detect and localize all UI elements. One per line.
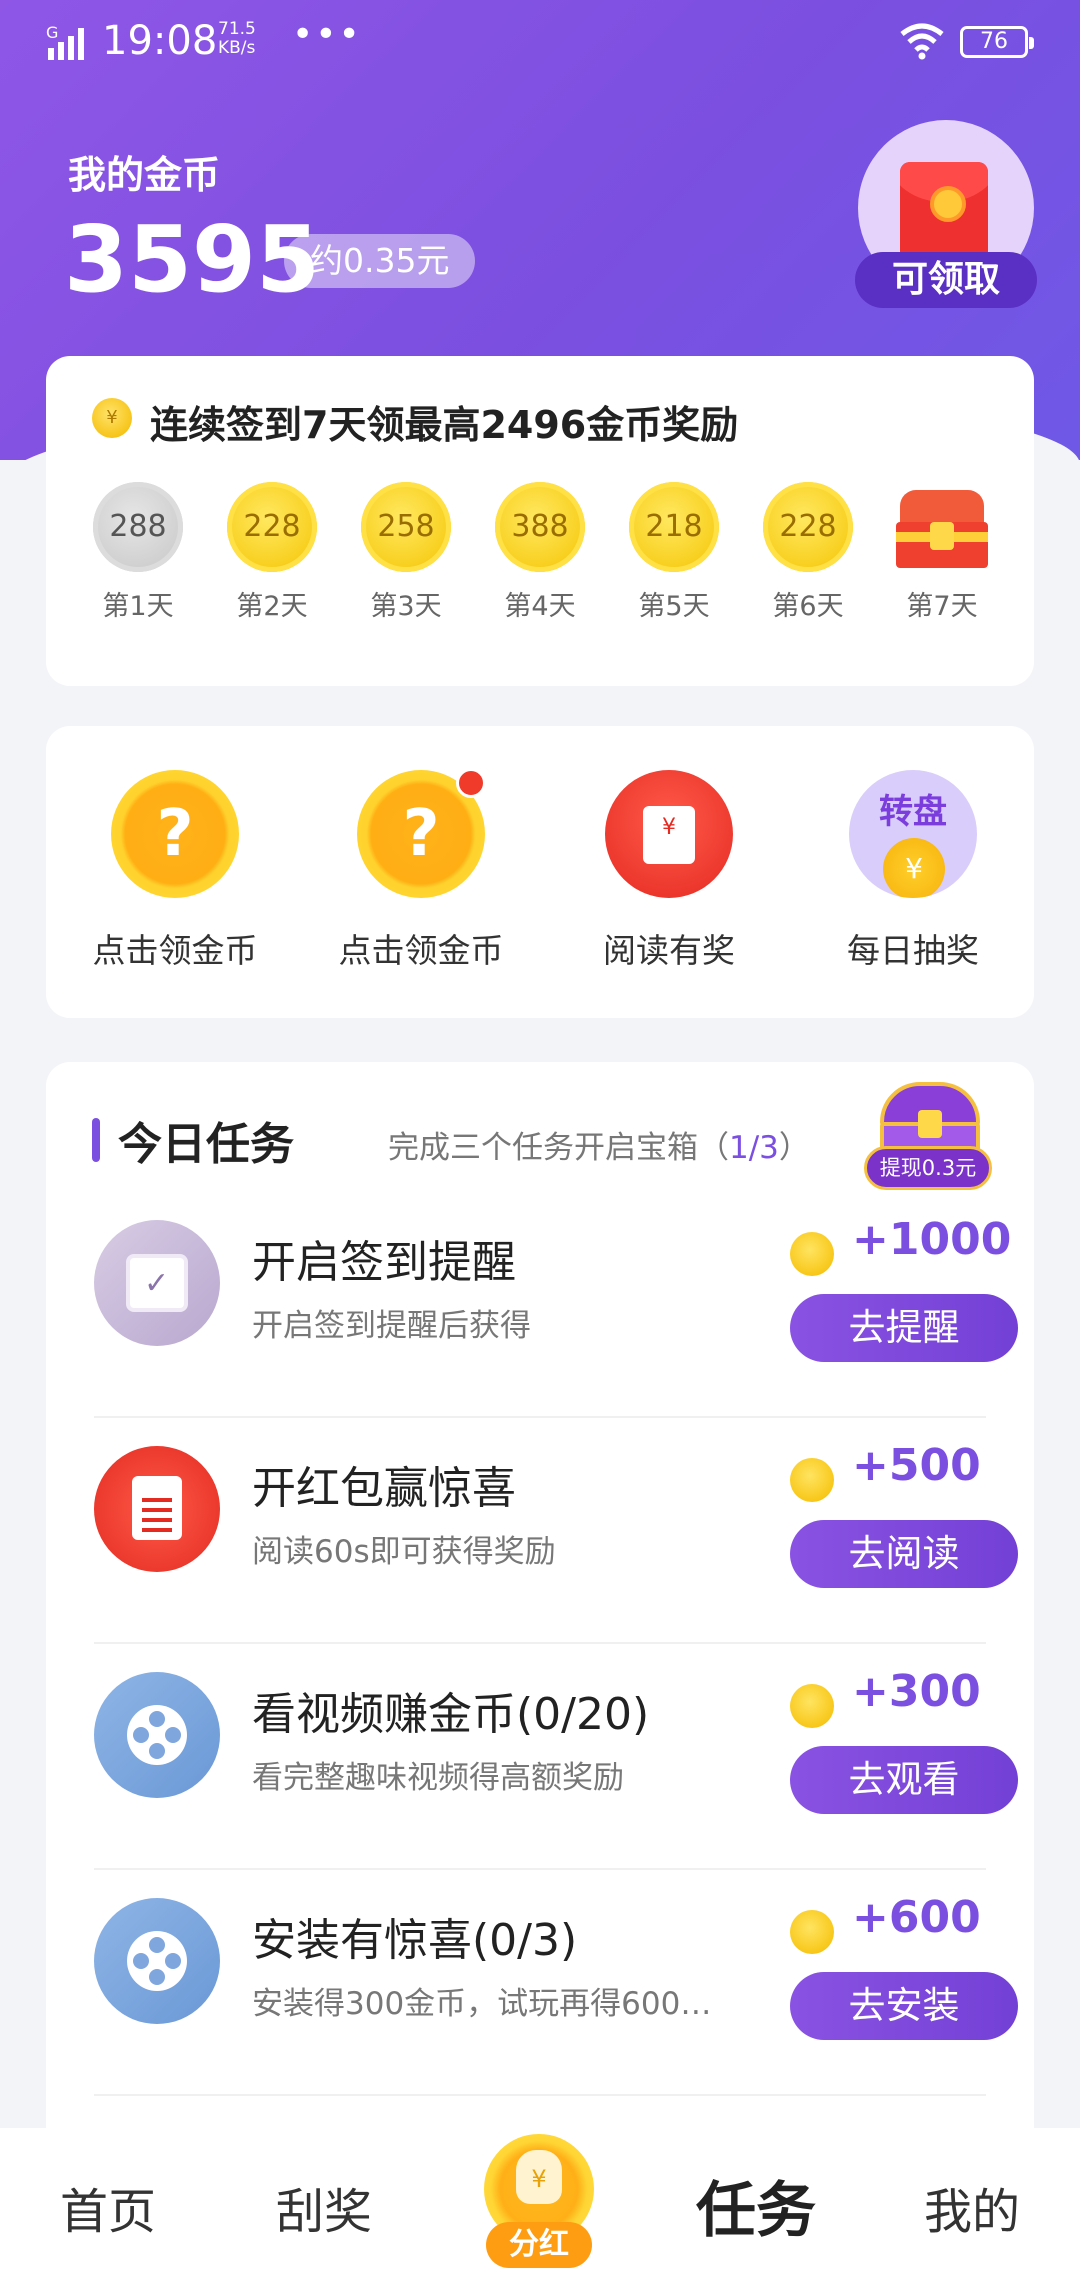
nav-tasks[interactable]: 任务 (696, 2162, 816, 2249)
checkin-coin-icon: 228 (763, 482, 853, 572)
task-title: 开启签到提醒 (252, 1237, 516, 1288)
coin-icon (790, 1684, 834, 1728)
checkin-coin-icon: 388 (495, 482, 585, 572)
status-time: 19:08 (102, 18, 218, 64)
task-action-button[interactable]: 去阅读 (790, 1520, 1018, 1588)
notification-dot (456, 768, 486, 798)
task-reward: +600 (852, 1892, 981, 1943)
task-row: 开启签到提醒 开启签到提醒后获得 +1000 去提醒 (94, 1192, 1018, 1418)
treasure-chest-icon (896, 482, 988, 572)
wifi-icon (900, 23, 944, 60)
task-title: 看视频赚金币(0/20) (252, 1689, 650, 1740)
task-description: 开启签到提醒后获得 (252, 1308, 531, 1344)
quick-action-label: 每日抽奖 (847, 931, 979, 970)
task-row: 开红包赢惊喜 阅读60s即可获得奖励 +500 去阅读 (94, 1418, 1018, 1644)
quick-action-label: 点击领金币 (92, 931, 258, 970)
status-bar: G 19:08 71.5 KB/s ••• 76 (0, 0, 1080, 84)
coin-icon (790, 1232, 834, 1276)
quick-action-label: 阅读有奖 (603, 931, 735, 970)
task-action-button[interactable]: 去观看 (790, 1746, 1018, 1814)
network-type: G (46, 23, 58, 42)
tasks-progress-count: 1/3 (729, 1130, 779, 1166)
checkin-day[interactable]: 228 第2天 (222, 482, 322, 623)
network-speed: 71.5 KB/s (218, 20, 256, 58)
checkin-coin-icon: 258 (361, 482, 451, 572)
task-reward: +1000 (852, 1214, 1012, 1265)
task-reward: +300 (852, 1666, 981, 1717)
coin-icon (790, 1910, 834, 1954)
checkin-day[interactable]: 258 第3天 (356, 482, 456, 623)
red-envelope-icon[interactable] (900, 162, 988, 262)
red-envelope-icon: ¥ (605, 770, 733, 898)
checkin-coin-icon: 218 (629, 482, 719, 572)
task-description: 阅读60s即可获得奖励 (252, 1534, 556, 1570)
checkin-day[interactable]: 388 第4天 (490, 482, 590, 623)
task-action-button[interactable]: 去安装 (790, 1972, 1018, 2040)
coins-cash-value: 约0.35元 (284, 234, 476, 288)
more-notifications-icon: ••• (292, 14, 362, 55)
checkin-day-label: 第5天 (638, 591, 710, 622)
battery-icon: 76 (960, 26, 1034, 58)
document-icon (94, 1446, 220, 1572)
quick-action-label: 点击领金币 (338, 931, 504, 970)
tasks-progress-text: 完成三个任务开启宝箱（1/3） (388, 1122, 810, 1167)
yuan-symbol: ¥ (643, 806, 695, 864)
task-row: 看视频赚金币(0/20) 看完整趣味视频得高额奖励 +300 去观看 (94, 1644, 1018, 1870)
calendar-icon (94, 1220, 220, 1346)
signal-icon: G (46, 23, 84, 60)
daily-tasks-card: 今日任务 完成三个任务开启宝箱（1/3） 提现0.3元 开启签到提醒 开启签到提… (46, 1062, 1034, 2280)
checkin-card: ¥ 连续签到7天领最高2496金币奖励 288 第1天 228 第2天 258 … (46, 356, 1034, 686)
money-bag-icon: ¥ (516, 2150, 562, 2204)
nav-scratch[interactable]: 刮奖 (276, 2172, 372, 2242)
checkin-coin-icon: 228 (227, 482, 317, 572)
network-speed-value: 71.5 (218, 19, 256, 39)
tasks-progress-prefix: 完成三个任务开启宝箱（ (388, 1130, 729, 1166)
daily-tasks-title: 今日任务 (118, 1119, 294, 1170)
checkin-title: 连续签到7天领最高2496金币奖励 (150, 403, 739, 447)
checkin-day[interactable]: 第7天 (892, 482, 992, 623)
coin-icon: ¥ (92, 398, 132, 438)
question-coin-icon: ? (111, 770, 239, 898)
task-center-page: G 19:08 71.5 KB/s ••• 76 我的金币 3595 约0.35… (0, 0, 1080, 2280)
nav-mine[interactable]: 我的 (924, 2172, 1020, 2242)
nav-dividend[interactable]: 分红 (486, 2222, 592, 2268)
task-title: 开红包赢惊喜 (252, 1463, 516, 1514)
nav-home[interactable]: 首页 (60, 2172, 156, 2242)
checkin-day[interactable]: 228 第6天 (758, 482, 858, 623)
checkin-day-label: 第7天 (906, 591, 978, 622)
chest-withdraw-badge[interactable]: 提现0.3元 (864, 1146, 992, 1190)
task-title: 安装有惊喜(0/3) (252, 1915, 578, 1966)
checkin-day-label: 第1天 (102, 591, 174, 622)
checkin-coin-icon: 288 (93, 482, 183, 572)
checkin-day-label: 第6天 (772, 591, 844, 622)
coin-icon (790, 1458, 834, 1502)
checkin-day-label: 第2天 (236, 591, 308, 622)
claim-red-packet-button[interactable]: 可领取 (855, 252, 1037, 308)
checkin-day[interactable]: 288 第1天 (88, 482, 188, 623)
checkin-day[interactable]: 218 第5天 (624, 482, 724, 623)
film-reel-icon (94, 1672, 220, 1798)
network-speed-unit: KB/s (218, 38, 256, 58)
quick-action-claim-coins[interactable]: ? 点击领金币 (60, 770, 290, 972)
quick-action-read-reward[interactable]: ¥ 阅读有奖 (554, 770, 784, 972)
task-description: 安装得300金币，试玩再得600金币 (252, 1986, 732, 2022)
task-action-button[interactable]: 去提醒 (790, 1294, 1018, 1362)
coins-balance: 3595 (64, 206, 321, 313)
quick-actions-card: ? 点击领金币 ? 点击领金币 ¥ 阅读有奖 转盘 ¥ 每日抽奖 (46, 726, 1034, 1018)
tasks-progress-suffix: ） (778, 1130, 810, 1166)
quick-action-daily-lottery[interactable]: 转盘 ¥ 每日抽奖 (798, 770, 1028, 972)
quick-action-claim-coins[interactable]: ? 点击领金币 (306, 768, 536, 972)
checkin-day-label: 第3天 (370, 591, 442, 622)
section-accent-bar (92, 1118, 100, 1162)
film-reel-icon (94, 1898, 220, 2024)
task-reward: +500 (852, 1440, 981, 1491)
lucky-wheel-text: 转盘 (879, 792, 947, 832)
task-row: 安装有惊喜(0/3) 安装得300金币，试玩再得600金币 +600 去安装 (94, 1870, 1018, 2096)
checkin-day-label: 第4天 (504, 591, 576, 622)
lucky-wheel-icon: 转盘 ¥ (849, 770, 977, 898)
my-coins-label: 我的金币 (68, 153, 221, 197)
task-description: 看完整趣味视频得高额奖励 (252, 1760, 624, 1796)
coin-icon: ¥ (883, 838, 945, 898)
